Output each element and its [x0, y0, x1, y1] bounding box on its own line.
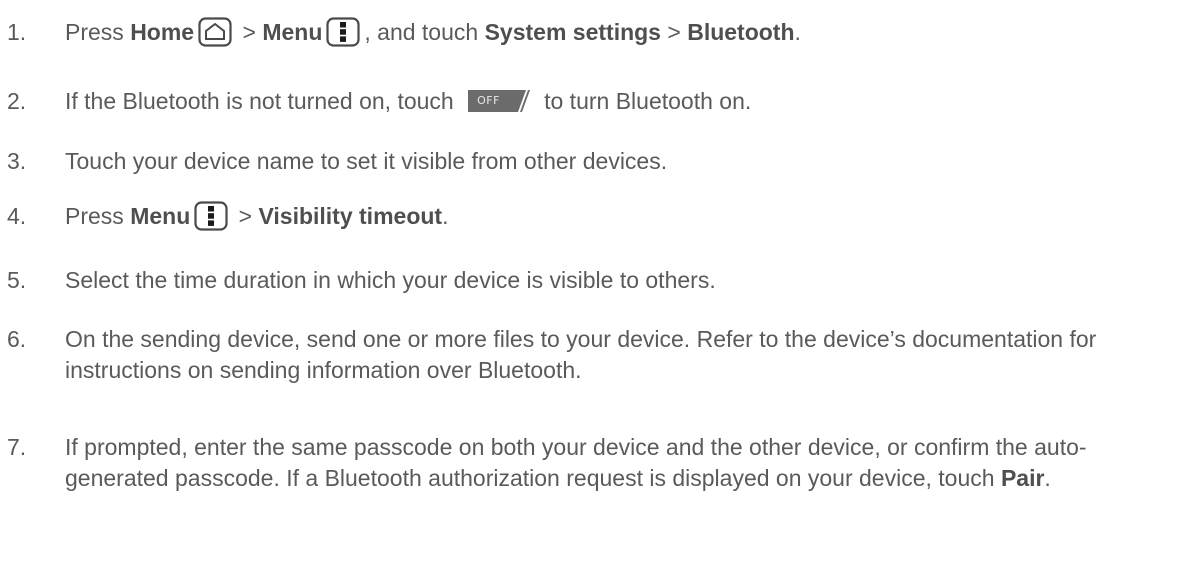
- step-text-segment: >: [232, 203, 259, 229]
- step-text: Press Menu > Visibility timeout.: [65, 201, 1173, 233]
- step-number: 7.: [7, 434, 27, 460]
- step-text-segment: , and touch: [364, 19, 485, 45]
- menu-icon: [326, 17, 360, 47]
- step-number: 3.: [7, 148, 27, 174]
- step-text-segment: .: [794, 19, 801, 45]
- step-text: Touch your device name to set it visible…: [65, 148, 668, 174]
- step-number: 6.: [7, 326, 27, 352]
- step-number: 5.: [7, 267, 27, 293]
- step-number: 1.: [7, 19, 27, 45]
- menu-label: Menu: [130, 203, 191, 229]
- menu-label: Menu: [262, 19, 323, 45]
- pair-label: Pair: [1000, 465, 1045, 491]
- menu-icon: [194, 201, 228, 231]
- step-number: 2.: [7, 88, 27, 114]
- step-text-segment: Press: [65, 19, 131, 45]
- step-text-segment: .: [1044, 465, 1051, 491]
- step-text-segment: If the Bluetooth is not turned on, touch: [65, 88, 461, 114]
- step-number: 4.: [7, 203, 27, 229]
- step-text: If prompted, enter the same passcode on …: [65, 432, 1173, 494]
- step-text-segment: Press: [65, 203, 131, 229]
- step-text: Select the time duration in which your d…: [65, 267, 716, 293]
- bluetooth-label: Bluetooth: [687, 19, 795, 45]
- step-text-segment: If prompted, enter the same passcode on …: [65, 434, 1087, 491]
- step-text: If the Bluetooth is not turned on, touch…: [65, 86, 1173, 117]
- step-text: On the sending device, send one or more …: [65, 326, 1097, 383]
- system-settings-label: System settings: [484, 19, 661, 45]
- step-text: Press Home > Menu , and touch System sett…: [65, 17, 1173, 49]
- step-text-segment: .: [442, 203, 449, 229]
- home-label: Home: [130, 19, 195, 45]
- step-text-segment: >: [660, 19, 688, 45]
- home-icon: [198, 17, 232, 47]
- step-text-segment: to turn Bluetooth on.: [544, 88, 752, 114]
- visibility-timeout-label: Visibility timeout: [258, 203, 443, 229]
- toggle-label: OFF: [477, 93, 500, 107]
- step-text-segment: >: [236, 19, 263, 45]
- bluetooth-off-toggle-icon: OFF: [468, 89, 531, 112]
